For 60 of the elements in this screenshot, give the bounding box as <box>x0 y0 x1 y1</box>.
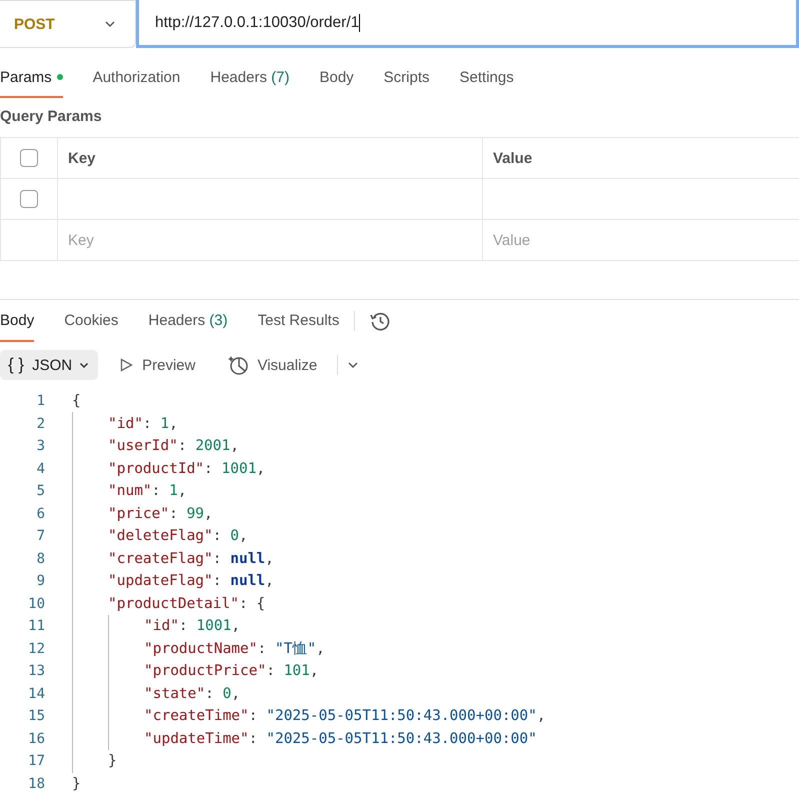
response-tab[interactable]: Headers (3) <box>133 300 243 342</box>
request-tab[interactable]: Scripts <box>368 58 445 98</box>
code-line: "createTime": "2025-05-05T11:50:43.000+00:00", <box>144 708 546 724</box>
request-tab[interactable]: Settings <box>444 58 529 98</box>
code-line: "id": 1, <box>108 416 178 432</box>
checkbox[interactable] <box>20 149 38 167</box>
line-number: 2 <box>36 416 46 432</box>
method-label: POST <box>14 16 55 32</box>
code-line: "state": 0, <box>144 686 240 702</box>
line-number: 9 <box>36 573 46 590</box>
format-dropdown[interactable]: { } JSON <box>0 350 98 380</box>
line-number: 4 <box>36 460 46 477</box>
line-number: 5 <box>36 483 46 500</box>
request-tab[interactable]: Headers (7) <box>195 58 304 98</box>
method-dropdown[interactable]: POST <box>0 0 136 48</box>
code-line: "deleteFlag": 0, <box>108 528 248 544</box>
request-tab[interactable]: Authorization <box>78 58 196 98</box>
line-number: 6 <box>36 506 46 522</box>
line-number: 17 <box>27 753 46 770</box>
line-number: 14 <box>27 686 46 702</box>
request-tab[interactable]: Params <box>0 58 63 98</box>
line-number: 7 <box>36 528 46 544</box>
url-field[interactable]: http://127.0.0.1:10030/order/1 <box>136 0 799 48</box>
code-line: "productDetail": { <box>108 596 266 612</box>
checkbox[interactable] <box>20 190 38 208</box>
visualize-button[interactable]: Visualize <box>215 354 330 376</box>
section-title: Query Params <box>0 108 103 127</box>
line-number: 18 <box>27 776 46 792</box>
line-number: 15 <box>27 708 46 724</box>
line-number: 10 <box>27 596 46 612</box>
line-number: 12 <box>27 640 46 657</box>
code-line: "productId": 1001, <box>108 460 266 477</box>
column-header: Key <box>68 150 96 166</box>
history-icon[interactable] <box>369 310 392 332</box>
line-number: 11 <box>27 618 46 634</box>
line-number: 3 <box>36 438 46 454</box>
code-line: "updateFlag": null, <box>108 573 274 590</box>
code-line: "updateTime": "2025-05-05T11:50:43.000+00:00" <box>144 730 537 747</box>
line-number: 16 <box>27 730 46 747</box>
code-line: "price": 99, <box>108 506 213 522</box>
preview-button[interactable]: Preview <box>106 356 208 374</box>
response-tab[interactable]: Test Results <box>242 300 354 342</box>
play-icon <box>118 357 134 373</box>
code-line: } <box>108 753 117 770</box>
code-line: "userId": 2001, <box>108 438 239 454</box>
line-number: 13 <box>27 663 46 680</box>
code-line: { <box>72 393 81 410</box>
column-header: Value <box>493 150 532 166</box>
code-line: "id": 1001, <box>144 618 240 634</box>
code-line: "productPrice": 101, <box>144 663 319 680</box>
request-tab[interactable]: Body <box>304 58 369 98</box>
chart-icon <box>227 354 250 376</box>
response-tab[interactable]: Cookies <box>49 300 134 342</box>
line-number: 1 <box>36 393 46 410</box>
code-line: "productName": "T恤", <box>144 640 325 658</box>
response-tab[interactable]: Body <box>0 300 34 342</box>
line-number: 8 <box>36 550 46 567</box>
code-line: "num": 1, <box>108 483 187 500</box>
code-line: } <box>72 776 81 792</box>
code-line: "createFlag": null, <box>108 550 274 567</box>
